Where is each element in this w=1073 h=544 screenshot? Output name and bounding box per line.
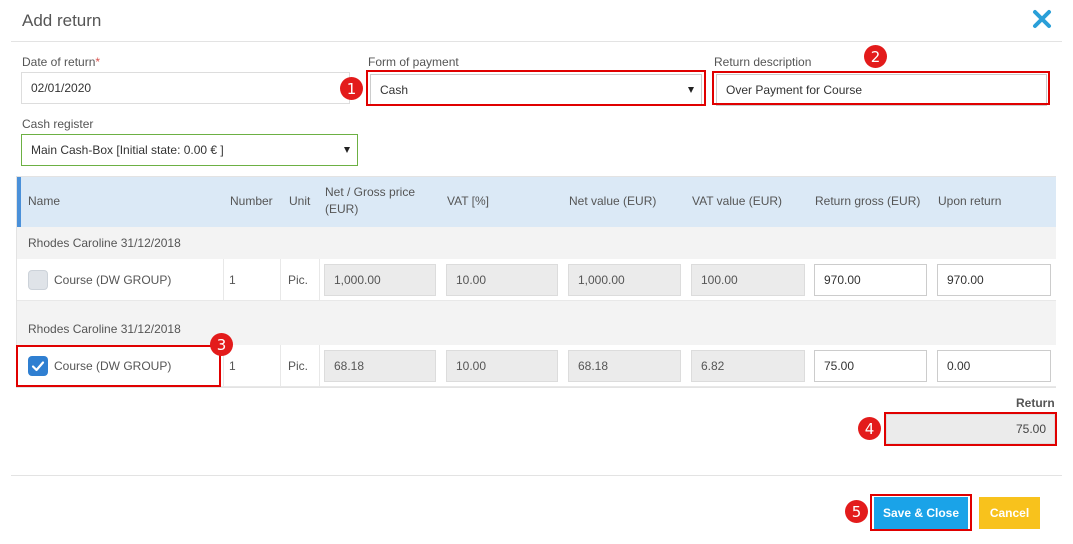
annotation-badge-4: 4	[858, 417, 881, 440]
group-header-1: Rhodes Caroline 31/12/2018	[17, 227, 1056, 259]
table-header: Name Number Unit Net / Gross price (EUR)…	[17, 177, 1056, 227]
register-select[interactable]: Main Cash-Box [Initial state: 0.00 € ]	[21, 134, 358, 166]
row-2-upon-return-input[interactable]: 0.00	[937, 350, 1051, 382]
row-1-name: Course (DW GROUP)	[54, 273, 172, 287]
col-vat: VAT [%]	[447, 194, 490, 208]
description-label: Return description	[714, 55, 812, 69]
caret-down-icon	[344, 147, 350, 153]
row-1-checkbox[interactable]	[28, 270, 48, 290]
row-2-net-value: 68.18	[568, 350, 681, 382]
col-name: Name	[28, 194, 61, 208]
close-icon[interactable]	[1031, 8, 1053, 30]
row-2-return-gross-input[interactable]: 75.00	[814, 350, 927, 382]
date-label: Date of return*	[22, 55, 101, 69]
col-divider	[280, 345, 281, 386]
row-2-vat-value: 6.82	[691, 350, 805, 382]
annotation-badge-3: 3	[210, 333, 233, 356]
highlight-2	[712, 71, 1050, 105]
col-net-value: Net value (EUR)	[569, 194, 657, 208]
group-header-2: Rhodes Caroline 31/12/2018	[17, 313, 1056, 345]
row-1-net-value: 1,000.00	[568, 264, 681, 296]
col-unit: Unit	[289, 194, 311, 208]
highlight-1	[366, 70, 706, 106]
annotation-badge-5: 5	[845, 500, 868, 523]
row-1-vat-value: 100.00	[691, 264, 805, 296]
row-1-unit: Pic.	[288, 273, 309, 287]
register-label: Cash register	[22, 117, 94, 131]
col-return-gross: Return gross (EUR)	[815, 194, 921, 208]
row-1-upon-return-input[interactable]: 970.00	[937, 264, 1051, 296]
col-upon-return: Upon return	[938, 194, 1002, 208]
col-divider	[319, 259, 320, 300]
footer-divider	[11, 475, 1062, 476]
col-divider	[319, 345, 320, 386]
table-row-1: Course (DW GROUP) 1 Pic. 1,000.00 10.00 …	[17, 259, 1056, 301]
col-price-line1: Net / Gross price	[325, 185, 416, 199]
header-divider	[11, 41, 1062, 42]
col-divider	[280, 259, 281, 300]
row-1-number: 1	[229, 273, 236, 287]
payment-label: Form of payment	[368, 55, 459, 69]
annotation-badge-1: 1	[340, 77, 363, 100]
col-vat-value: VAT value (EUR)	[692, 194, 783, 208]
cancel-button[interactable]: Cancel	[979, 497, 1040, 529]
row-2-vat: 10.00	[446, 350, 558, 382]
highlight-4	[884, 412, 1057, 446]
row-1-vat: 10.00	[446, 264, 558, 296]
row-2-price: 68.18	[324, 350, 436, 382]
col-price: Net / Gross price (EUR)	[325, 184, 415, 218]
return-total-label: Return	[1016, 396, 1055, 410]
annotation-badge-2: 2	[864, 45, 887, 68]
row-2-unit: Pic.	[288, 359, 309, 373]
highlight-5	[870, 494, 972, 531]
row-1-price: 1,000.00	[324, 264, 436, 296]
col-number: Number	[230, 194, 273, 208]
col-divider	[223, 259, 224, 300]
row-1-return-gross-input[interactable]: 970.00	[814, 264, 927, 296]
date-field[interactable]: 02/01/2020	[21, 72, 350, 104]
dialog-title: Add return	[22, 11, 102, 30]
col-price-line2: (EUR)	[325, 202, 359, 216]
highlight-3	[16, 345, 221, 387]
register-select-value: Main Cash-Box [Initial state: 0.00 € ]	[31, 143, 224, 157]
